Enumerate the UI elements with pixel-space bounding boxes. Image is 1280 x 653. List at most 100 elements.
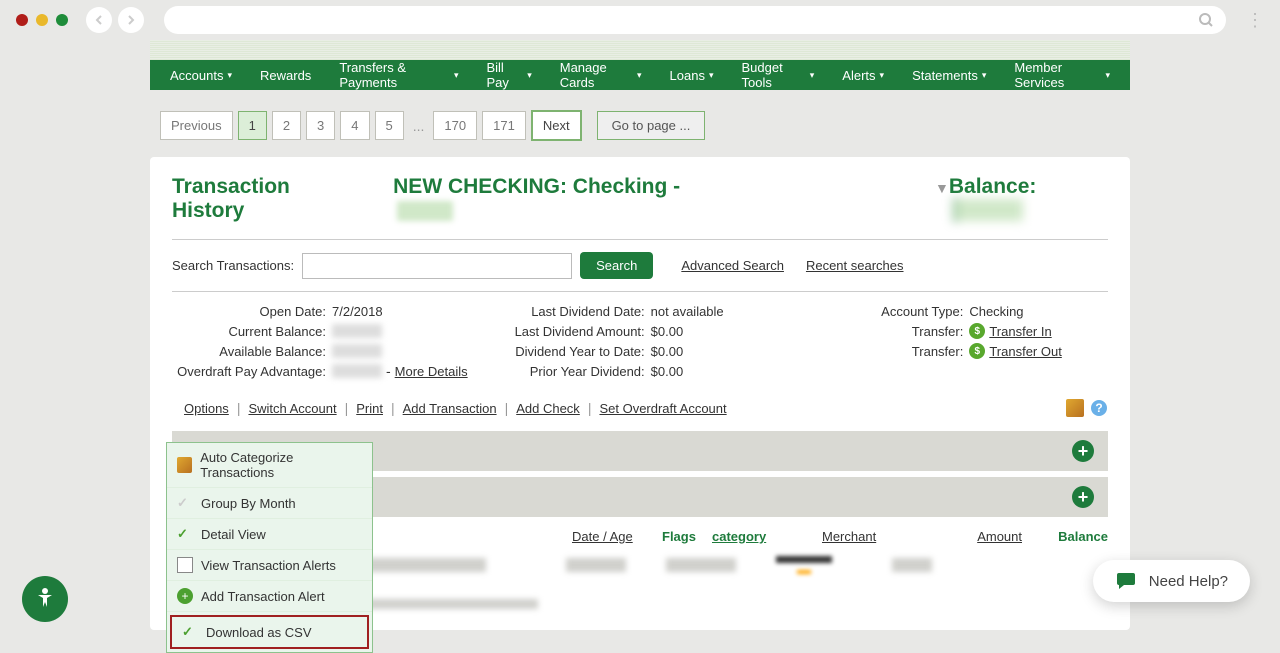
pagination-page-171[interactable]: 171: [482, 111, 526, 140]
last-div-amt-label: Last Dividend Amount:: [491, 324, 651, 339]
col-amount[interactable]: Amount: [942, 529, 1022, 544]
chevron-down-icon: ▾: [1105, 70, 1110, 81]
account-dropdown-caret[interactable]: ▼: [935, 180, 949, 196]
expand-button[interactable]: +: [1072, 440, 1094, 462]
switch-account-link[interactable]: Switch Account: [248, 401, 336, 416]
svg-text:?: ?: [1095, 401, 1102, 415]
expand-button[interactable]: +: [1072, 486, 1094, 508]
print-link[interactable]: Print: [356, 401, 383, 416]
transfer-in-link[interactable]: Transfer In: [989, 324, 1051, 339]
check-icon: [177, 526, 193, 542]
pagination-ellipsis: ...: [409, 118, 429, 134]
close-window-icon[interactable]: [16, 14, 28, 26]
banner-pattern: [150, 40, 1130, 60]
redacted-balance: [953, 199, 1023, 221]
chevron-down-icon: ▾: [810, 70, 815, 81]
dollar-icon: $: [969, 323, 985, 339]
forward-button[interactable]: [118, 7, 144, 33]
nav-alerts[interactable]: Alerts▾: [842, 68, 884, 83]
nav-billpay[interactable]: Bill Pay▾: [486, 60, 531, 90]
last-div-date-label: Last Dividend Date:: [491, 304, 651, 319]
last-div-amt-value: $0.00: [651, 324, 684, 339]
more-details-link[interactable]: More Details: [395, 364, 468, 379]
chevron-down-icon: ▾: [454, 70, 459, 81]
redacted-date: [566, 558, 626, 572]
help-icon[interactable]: ?: [1090, 399, 1108, 417]
chevron-down-icon: ▾: [982, 70, 987, 81]
check-icon: [182, 624, 198, 640]
nav-rewards[interactable]: Rewards: [260, 68, 311, 83]
pagination-page-1[interactable]: 1: [238, 111, 267, 140]
option-view-alerts[interactable]: View Transaction Alerts: [167, 550, 372, 581]
col-flags[interactable]: Flags: [662, 529, 712, 544]
minimize-window-icon[interactable]: [36, 14, 48, 26]
account-type-value: Checking: [969, 304, 1023, 319]
pagination-next[interactable]: Next: [531, 110, 582, 141]
nav-managecards[interactable]: Manage Cards▾: [560, 60, 642, 90]
open-date-label: Open Date:: [172, 304, 332, 319]
add-check-link[interactable]: Add Check: [516, 401, 580, 416]
back-button[interactable]: [86, 7, 112, 33]
action-bar: Options| Switch Account| Print| Add Tran…: [172, 391, 1108, 425]
balance-label: Balance:: [949, 175, 1108, 227]
search-icon: [1198, 12, 1214, 28]
redacted-account-number: [397, 201, 453, 221]
pagination-previous[interactable]: Previous: [160, 111, 233, 140]
nav-budget[interactable]: Budget Tools▾: [742, 60, 815, 90]
account-name: NEW CHECKING: Checking -: [393, 175, 735, 223]
prior-year-value: $0.00: [651, 364, 684, 379]
option-detail-view[interactable]: Detail View: [167, 519, 372, 550]
account-details: Open Date:7/2/2018 Last Dividend Date:no…: [172, 292, 1108, 391]
recent-searches-link[interactable]: Recent searches: [806, 258, 904, 273]
search-input[interactable]: [302, 253, 572, 279]
option-add-alert[interactable]: +Add Transaction Alert: [167, 581, 372, 612]
prior-year-label: Prior Year Dividend:: [491, 364, 651, 379]
nav-memberservices[interactable]: Member Services▾: [1014, 60, 1110, 90]
merchant-logo: [776, 556, 832, 574]
nav-accounts[interactable]: Accounts▾: [170, 68, 232, 83]
chevron-down-icon: ▾: [227, 70, 232, 81]
calendar-icon: [177, 557, 193, 573]
browser-menu-icon[interactable]: ⋮: [1246, 10, 1264, 31]
transfer-out-link[interactable]: Transfer Out: [989, 344, 1061, 359]
pagination-page-170[interactable]: 170: [433, 111, 477, 140]
pagination-page-4[interactable]: 4: [340, 111, 369, 140]
nav-statements[interactable]: Statements▾: [912, 68, 986, 83]
redacted-available-balance: [332, 344, 382, 358]
account-header: Transaction History NEW CHECKING: Checki…: [172, 175, 1108, 240]
col-merchant[interactable]: Merchant: [822, 529, 942, 544]
maximize-window-icon[interactable]: [56, 14, 68, 26]
pagination-page-3[interactable]: 3: [306, 111, 335, 140]
chat-bubble-icon: [1115, 570, 1137, 592]
redacted-category: [666, 558, 736, 572]
dollar-icon: $: [969, 343, 985, 359]
pagination-page-2[interactable]: 2: [272, 111, 301, 140]
url-bar[interactable]: [164, 6, 1226, 34]
add-transaction-link[interactable]: Add Transaction: [403, 401, 497, 416]
package-icon[interactable]: [1066, 399, 1084, 417]
open-date-value: 7/2/2018: [332, 304, 383, 319]
check-icon: [177, 495, 193, 511]
options-link[interactable]: Options: [184, 401, 229, 416]
content-card: Transaction History NEW CHECKING: Checki…: [150, 157, 1130, 630]
set-overdraft-link[interactable]: Set Overdraft Account: [599, 401, 726, 416]
col-date[interactable]: Date / Age: [572, 529, 662, 544]
search-button[interactable]: Search: [580, 252, 653, 279]
nav-transfers[interactable]: Transfers & Payments▾: [339, 60, 458, 90]
option-auto-categorize[interactable]: Auto Categorize Transactions: [167, 443, 372, 488]
last-div-date-value: not available: [651, 304, 724, 319]
goto-page-button[interactable]: Go to page ...: [597, 111, 706, 140]
chevron-down-icon: ▾: [709, 70, 714, 81]
browser-chrome: ⋮: [0, 0, 1280, 40]
col-category[interactable]: category: [712, 529, 822, 544]
pagination-page-5[interactable]: 5: [375, 111, 404, 140]
col-balance: Balance: [1058, 529, 1108, 544]
option-group-by-month[interactable]: Group By Month: [167, 488, 372, 519]
accessibility-button[interactable]: [22, 576, 68, 622]
need-help-button[interactable]: Need Help?: [1093, 560, 1250, 602]
option-download-csv[interactable]: Download as CSV: [170, 615, 369, 649]
chevron-down-icon: ▾: [637, 70, 642, 81]
nav-loans[interactable]: Loans▾: [670, 68, 714, 83]
advanced-search-link[interactable]: Advanced Search: [681, 258, 784, 273]
pagination: Previous 1 2 3 4 5 ... 170 171 Next Go t…: [150, 90, 1130, 157]
